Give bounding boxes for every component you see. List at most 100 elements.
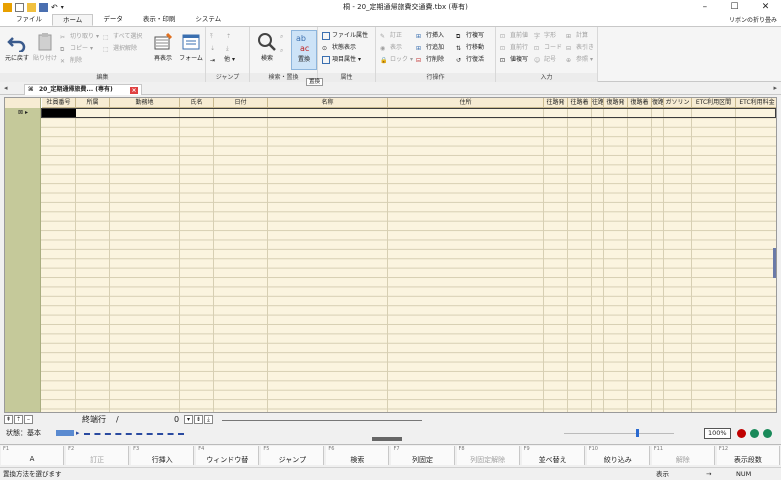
function-key-f7[interactable]: F7 列固定	[391, 446, 455, 465]
tab-system[interactable]: システム	[185, 14, 231, 26]
column-header[interactable]: ETC利用料金	[736, 98, 776, 108]
prev-row-button[interactable]: ⊡ 直前行	[500, 43, 528, 53]
undo-button[interactable]: 元に戻す	[2, 30, 32, 70]
split-handle[interactable]	[773, 248, 776, 278]
tab-file[interactable]: ファイル	[6, 14, 52, 26]
return-row-button[interactable]: ↺ 行復活	[456, 55, 484, 65]
nav-down-button[interactable]: ▾	[184, 415, 193, 424]
active-cell[interactable]	[42, 109, 76, 117]
column-header[interactable]: 社員番号	[42, 98, 76, 108]
column-header[interactable]: 復路	[652, 98, 664, 108]
function-key-f11[interactable]: F11 解除	[651, 446, 715, 465]
status-display-button[interactable]: ⊙ 状態表示	[322, 43, 356, 53]
tab-view-print[interactable]: 表示・印刷	[133, 14, 186, 26]
tab-data[interactable]: データ	[93, 14, 133, 26]
tab-home[interactable]: ホーム	[52, 14, 94, 26]
splitter-grip[interactable]	[372, 437, 402, 441]
jump-row-button[interactable]: ⇥	[210, 55, 218, 65]
duplicate-button[interactable]: ⊡ 値複写	[500, 55, 528, 65]
grid-corner[interactable]	[5, 98, 41, 108]
horizontal-scrollbar[interactable]	[222, 420, 422, 421]
maximize-button[interactable]: ☐	[730, 2, 738, 12]
item-attr-button[interactable]: 項目属性 ▾	[322, 55, 361, 65]
zoom-slider-thumb[interactable]	[636, 429, 639, 437]
move-row-button[interactable]: ⇅ 行移動	[456, 43, 484, 53]
ribbon-collapse-button[interactable]: リボンの折り畳み	[729, 15, 781, 26]
qat-dropdown-icon[interactable]: ▾	[61, 4, 64, 11]
nav-first-button[interactable]: ⇞	[4, 415, 13, 424]
column-header[interactable]: 往路着	[568, 98, 592, 108]
reference-button[interactable]: ⊕ 参照 ▾	[566, 55, 593, 65]
grid-cell-area[interactable]	[41, 108, 776, 412]
nav-next-button[interactable]: –	[24, 415, 33, 424]
deselect-button[interactable]: ⬚ 選択解除	[103, 44, 137, 54]
save-icon[interactable]	[39, 2, 48, 12]
new-file-icon[interactable]	[15, 2, 24, 12]
display-button[interactable]: ◉ 表示	[380, 43, 402, 53]
font-button[interactable]: 字字形	[534, 31, 556, 41]
column-header[interactable]: 日付	[214, 98, 268, 108]
column-header[interactable]: ETC利用区間	[692, 98, 736, 108]
function-key-f10[interactable]: F10 絞り込み	[586, 446, 650, 465]
nav-prev-button[interactable]: ⇡	[14, 415, 23, 424]
tab-scroll-left-icon[interactable]: ◂	[4, 84, 8, 92]
column-header[interactable]: 復路発	[604, 98, 628, 108]
function-key-f6[interactable]: F6 検索	[326, 446, 390, 465]
select-all-button[interactable]: ⬚ すべて選択	[103, 32, 142, 42]
document-tab-close-button[interactable]: ×	[130, 87, 138, 94]
correct-button[interactable]: ✎ 訂正	[380, 31, 402, 41]
nav-last-button[interactable]: ⤓	[204, 415, 213, 424]
column-header[interactable]: 復路着	[628, 98, 652, 108]
column-header[interactable]: 名称	[268, 98, 388, 108]
paste-button[interactable]: 貼り付け	[30, 30, 60, 70]
function-key-f9[interactable]: F9 並べ替え	[521, 446, 585, 465]
tab-scroll-right-icon[interactable]: ▸	[773, 84, 777, 92]
copy-row-button[interactable]: ⧉ 行複写	[456, 31, 484, 41]
column-header[interactable]: 住所	[388, 98, 544, 108]
minimize-button[interactable]: –	[703, 2, 708, 12]
search-prev-button[interactable]: ⌕	[280, 45, 288, 55]
column-header[interactable]: ガソリン	[664, 98, 692, 108]
function-key-f3[interactable]: F3 行挿入	[131, 446, 195, 465]
cut-button[interactable]: ✂ 切り取り ▾	[60, 32, 99, 42]
column-header[interactable]: 往路	[592, 98, 604, 108]
jump-first-button[interactable]: ⤒	[210, 31, 218, 41]
zoom-slider-track[interactable]	[564, 433, 674, 434]
form-button[interactable]: フォーム	[176, 30, 206, 70]
delete-button[interactable]: ✕ 削除	[60, 56, 82, 66]
row-selector[interactable]: ⊠ ▸	[7, 109, 39, 117]
jump-next-button[interactable]: ⇣	[210, 43, 218, 53]
nav-down2-button[interactable]: ⇟	[194, 415, 203, 424]
column-header[interactable]: 勤務地	[110, 98, 180, 108]
calc-button[interactable]: ⊞ 計算	[566, 31, 588, 41]
column-header[interactable]: 往路発	[544, 98, 568, 108]
redisplay-button[interactable]: 再表示	[148, 30, 178, 70]
delete-row-button[interactable]: ⊟ 行削除	[416, 55, 444, 65]
function-key-f5[interactable]: F5 ジャンプ	[261, 446, 325, 465]
jump-prev-button[interactable]: ⇡	[226, 31, 234, 41]
close-button[interactable]: ✕	[762, 2, 770, 12]
function-key-f4[interactable]: F4 ウィンドウ替	[196, 446, 260, 465]
search-next-button[interactable]: ⌕	[280, 31, 288, 41]
jump-last-button[interactable]: ⤓	[226, 43, 234, 53]
jump-other-button[interactable]: 他 ▾	[224, 55, 235, 65]
lock-button[interactable]: 🔒 ロック ▾	[380, 55, 413, 65]
function-key-f1[interactable]: F1 A	[1, 446, 65, 465]
replace-button[interactable]: ab ac 置換	[291, 30, 317, 70]
zoom-level[interactable]: 100%	[704, 428, 731, 439]
function-key-f2[interactable]: F2 訂正	[66, 446, 130, 465]
file-attr-button[interactable]: ファイル属性	[322, 31, 368, 41]
code-button[interactable]: ⊡ コード	[534, 43, 562, 53]
search-button[interactable]: 検索	[252, 30, 282, 70]
open-folder-icon[interactable]	[27, 2, 36, 12]
table-ref-button[interactable]: ⊟ 表引き	[566, 43, 594, 53]
function-key-f8[interactable]: F8 列固定解除	[456, 446, 520, 465]
column-header[interactable]: 所属	[76, 98, 110, 108]
prev-input-button[interactable]: ⊡ 直前値	[500, 31, 528, 41]
memo-button[interactable]: ☺ 記号	[534, 55, 556, 65]
row-header-column[interactable]	[5, 108, 41, 412]
function-key-f12[interactable]: F12 表示段数	[716, 446, 780, 465]
document-tab[interactable]: ⌘ 20_定期通帰旅費... (専有) ×	[24, 84, 142, 95]
add-row-button[interactable]: ⊞ 行追加	[416, 43, 444, 53]
insert-row-button[interactable]: ⊞ 行挿入	[416, 31, 444, 41]
